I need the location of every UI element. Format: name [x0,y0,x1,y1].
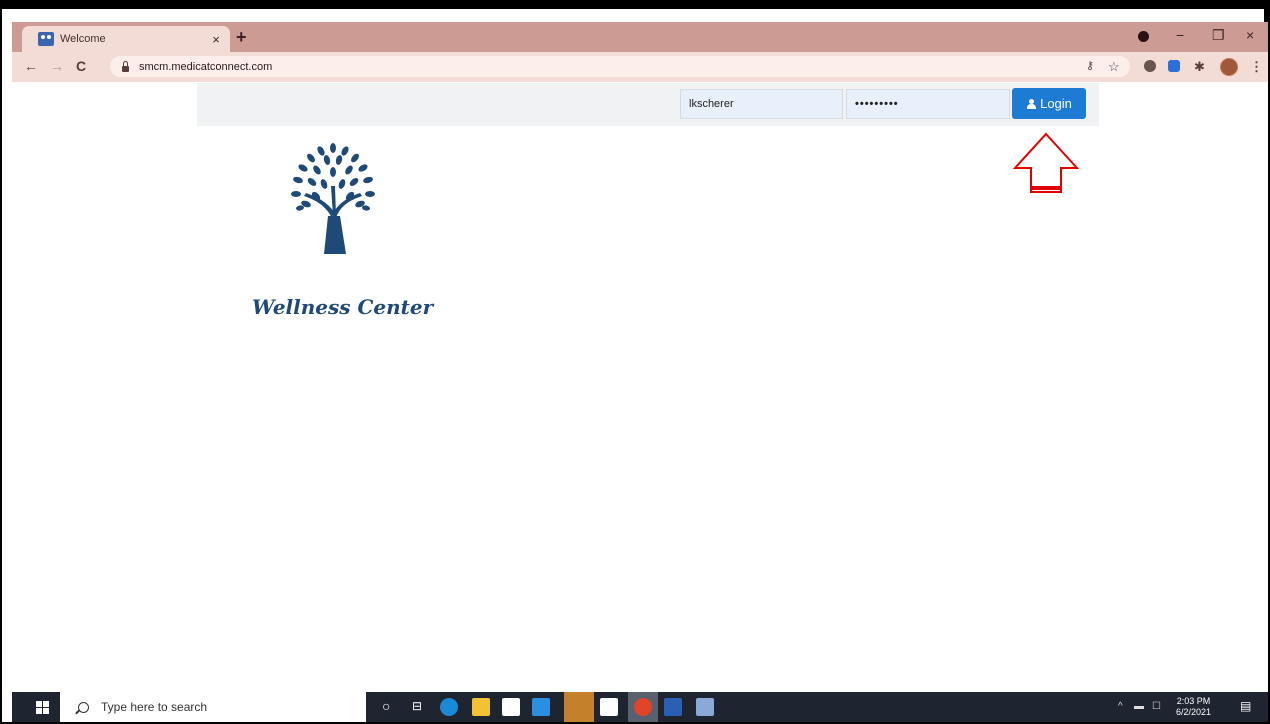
username-input[interactable]: lkscherer [680,89,843,119]
reload-button[interactable]: C [76,58,86,74]
login-button[interactable]: Login [1012,88,1086,119]
forward-button[interactable]: → [50,58,64,74]
brand-name: Wellness Center [252,295,434,319]
password-input[interactable]: ••••••••• [846,89,1010,119]
sticky-notes-icon[interactable] [564,692,594,722]
back-button[interactable]: ← [24,58,38,74]
chrome-icon[interactable] [634,698,652,716]
recording-icon[interactable] [1138,31,1149,42]
tab-strip: Welcome × + − ❐ × [12,22,1268,52]
login-label: Login [1040,96,1072,111]
search-placeholder: Type here to search [101,700,208,714]
tray-overflow-icon[interactable]: ^ [1118,701,1123,712]
task-view-icon[interactable]: ⊟ [412,699,422,713]
tree-logo [291,143,375,254]
star-icon[interactable]: ☆ [1108,59,1120,75]
new-tab-button[interactable]: + [236,27,247,48]
network-icon[interactable]: ▬ [1134,701,1144,712]
store-icon[interactable] [502,698,520,716]
minimize-button[interactable]: − [1176,27,1184,43]
extension-icon[interactable] [1144,60,1156,72]
clock[interactable]: 2:03 PM 6/2/2021 [1176,696,1211,718]
zoom-icon[interactable] [1168,60,1180,72]
user-icon [1026,98,1037,109]
address-bar[interactable]: smcm.medicatconnect.com [110,56,1130,77]
profile-avatar[interactable] [1220,58,1238,76]
taskbar: Type here to search ○ ⊟ ^ ▬ ☐ 2:03 PM 6/… [12,692,1268,722]
browser-toolbar: ← → C smcm.medicatconnect.com ⚷ ☆ ✱ ⋮ [12,52,1268,82]
puzzle-icon[interactable]: ✱ [1194,59,1205,75]
search-icon [78,701,89,713]
word-icon[interactable] [664,698,682,716]
mail-icon[interactable] [532,698,550,716]
taskbar-search-box[interactable]: Type here to search [60,692,366,722]
windows-start-icon[interactable] [36,701,49,714]
tab-title: Welcome [60,33,106,45]
login-bar: lkscherer ••••••••• Login [197,83,1099,126]
action-center-icon[interactable]: ▤ [1240,699,1251,713]
site-favicon-icon [38,32,54,46]
key-icon[interactable]: ⚷ [1086,59,1094,72]
edge-icon[interactable] [440,698,458,716]
restore-button[interactable]: ❐ [1212,27,1225,44]
tab-welcome[interactable]: Welcome × [22,26,230,52]
clock-time: 2:03 PM [1176,696,1211,706]
tab-close-icon[interactable]: × [208,32,224,47]
file-explorer-icon[interactable] [472,698,490,716]
notification-icon[interactable]: ☐ [1152,701,1161,712]
clock-date: 6/2/2021 [1176,707,1212,717]
lock-icon[interactable] [122,60,129,72]
up-arrow-annotation [1013,132,1079,193]
cortana-icon[interactable]: ○ [382,698,390,714]
ti-app-icon[interactable] [600,698,618,716]
url-text: smcm.medicatconnect.com [139,60,273,73]
menu-icon[interactable]: ⋮ [1250,59,1263,75]
remote-desktop-icon[interactable] [696,698,714,716]
browser-window: Welcome × + − ❐ × ← → C smcm.medicatconn… [12,22,1268,722]
close-window-button[interactable]: × [1246,27,1254,43]
